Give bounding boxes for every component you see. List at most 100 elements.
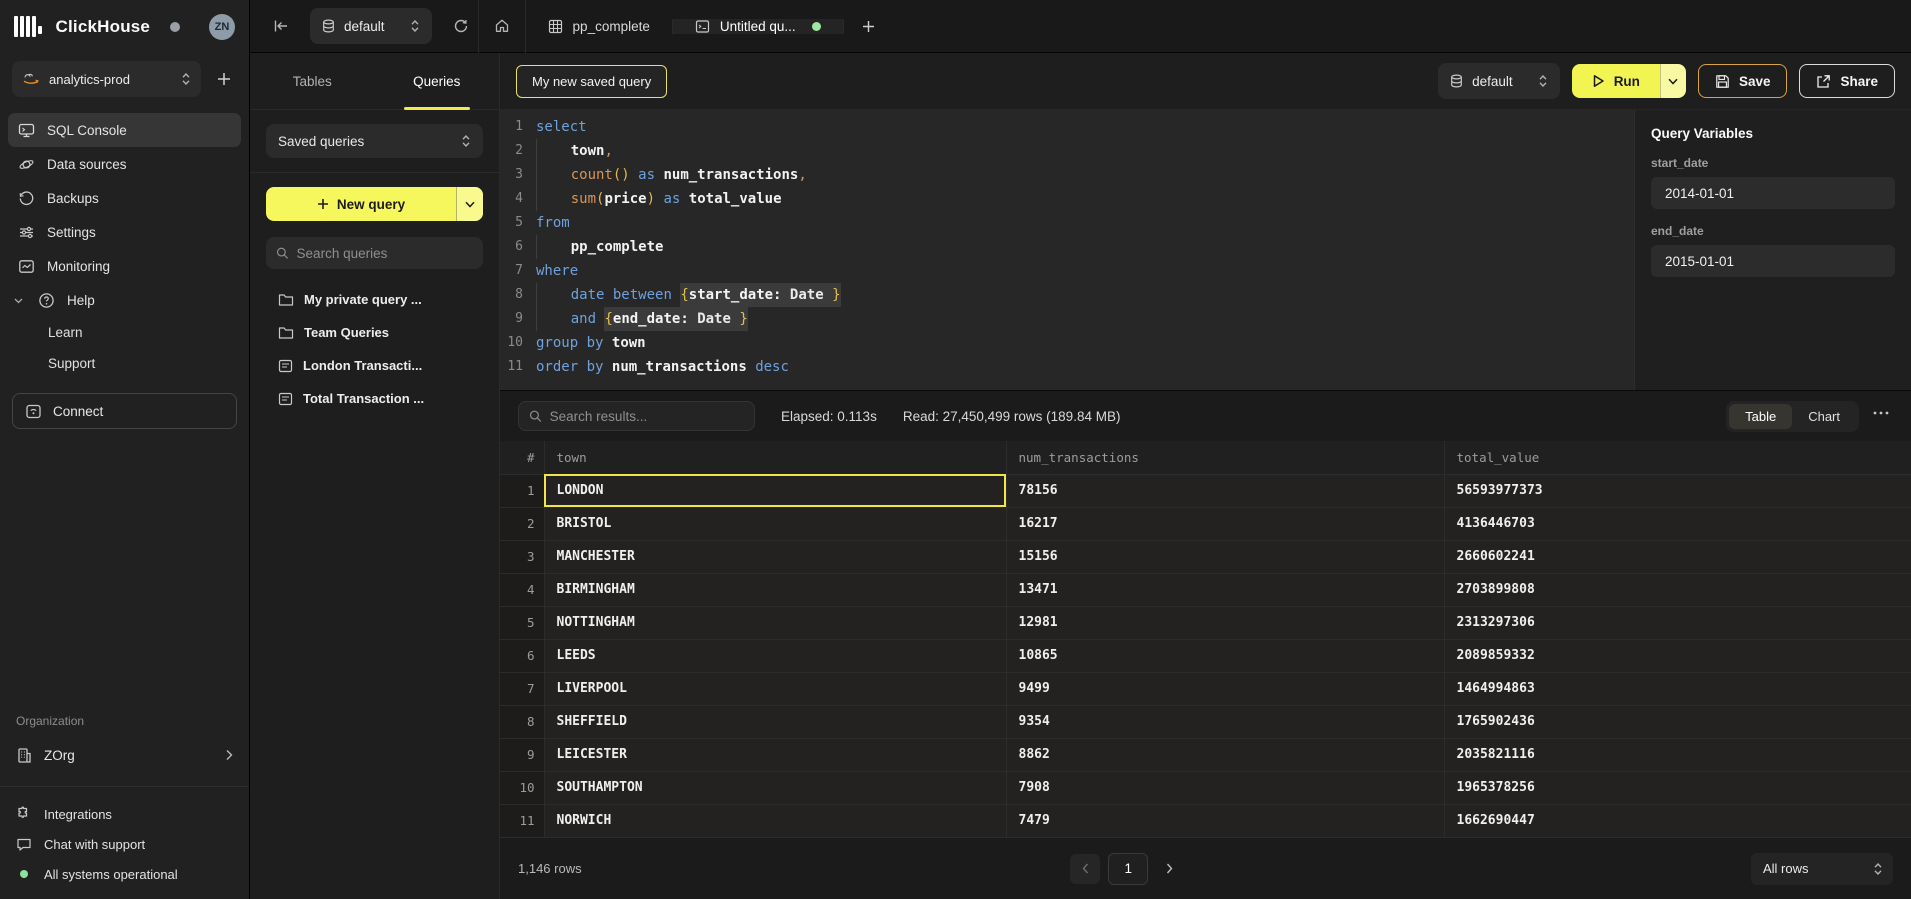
results-search-input[interactable] <box>550 409 744 424</box>
new-query-menu-button[interactable] <box>456 187 483 221</box>
table-cell[interactable]: 15156 <box>1006 540 1444 573</box>
table-cell[interactable]: 9499 <box>1006 672 1444 705</box>
integrations-link[interactable]: Integrations <box>16 799 233 829</box>
query-folder-my-private[interactable]: My private query ... <box>266 285 483 314</box>
run-options-button[interactable] <box>1660 64 1686 98</box>
add-workspace-button[interactable] <box>211 66 237 92</box>
table-cell[interactable]: LIVERPOOL <box>544 672 1006 705</box>
run-database-selector[interactable]: default <box>1438 63 1560 99</box>
tab-tables[interactable]: Tables <box>250 53 375 109</box>
query-item-total-transactions[interactable]: Total Transaction ... <box>266 384 483 413</box>
results-search-box[interactable] <box>518 401 755 431</box>
sidebar-item-data-sources[interactable]: Data sources <box>8 147 241 181</box>
column-header-index[interactable]: # <box>500 441 544 474</box>
code-line[interactable]: 10group by town <box>500 331 1634 355</box>
tab-untitled-query[interactable]: Untitled qu... <box>672 19 844 34</box>
topbar-database-selector[interactable]: default <box>310 8 432 44</box>
table-cell[interactable]: 16217 <box>1006 507 1444 540</box>
code-line[interactable]: 11order by num_transactions desc <box>500 355 1634 379</box>
saved-queries-filter[interactable]: Saved queries <box>266 124 483 158</box>
view-toggle-chart[interactable]: Chart <box>1792 404 1856 429</box>
sql-editor[interactable]: 1select2 town,3 count() as num_transacti… <box>500 110 1634 390</box>
column-header-num-transactions[interactable]: num_transactions <box>1006 441 1444 474</box>
sidebar-item-support[interactable]: Support <box>48 348 241 379</box>
connect-button[interactable]: Connect <box>12 393 237 429</box>
workspace-selector[interactable]: analytics-prod <box>12 61 201 97</box>
table-cell[interactable]: NORWICH <box>544 804 1006 837</box>
table-cell[interactable]: 13471 <box>1006 573 1444 606</box>
organization-switcher[interactable]: ZOrg <box>16 738 233 772</box>
page-size-selector[interactable]: All rows <box>1751 853 1893 885</box>
query-search-box[interactable] <box>266 237 483 269</box>
tab-pp-complete[interactable]: pp_complete <box>526 19 672 34</box>
code-line[interactable]: 4 sum(price) as total_value <box>500 187 1634 211</box>
table-cell[interactable]: 1965378256 <box>1444 771 1911 804</box>
saved-query-tab[interactable]: My new saved query <box>516 65 667 98</box>
system-status[interactable]: All systems operational <box>16 859 233 889</box>
query-item-london-transactions[interactable]: London Transacti... <box>266 351 483 380</box>
query-search-input[interactable] <box>297 246 473 261</box>
tab-queries[interactable]: Queries <box>375 53 500 109</box>
prev-page-button[interactable] <box>1070 854 1100 884</box>
table-cell[interactable]: LONDON <box>544 474 1006 507</box>
collapse-sidebar-button[interactable] <box>264 9 298 43</box>
run-split-button[interactable]: Run <box>1572 64 1686 98</box>
refresh-button[interactable] <box>444 9 478 43</box>
table-cell[interactable]: 78156 <box>1006 474 1444 507</box>
table-cell[interactable]: 1464994863 <box>1444 672 1911 705</box>
sidebar-item-sql-console[interactable]: SQL Console <box>8 113 241 147</box>
table-cell[interactable]: 1765902436 <box>1444 705 1911 738</box>
table-cell[interactable]: 7908 <box>1006 771 1444 804</box>
table-cell[interactable]: SOUTHAMPTON <box>544 771 1006 804</box>
end-date-input[interactable] <box>1651 245 1895 277</box>
table-cell[interactable]: NOTTINGHAM <box>544 606 1006 639</box>
table-cell[interactable]: 2035821116 <box>1444 738 1911 771</box>
column-header-total-value[interactable]: total_value <box>1444 441 1911 474</box>
table-cell[interactable]: LEICESTER <box>544 738 1006 771</box>
code-line[interactable]: 9 and {end_date: Date } <box>500 307 1634 331</box>
code-line[interactable]: 7where <box>500 259 1634 283</box>
code-line[interactable]: 2 town, <box>500 139 1634 163</box>
current-page[interactable]: 1 <box>1108 853 1148 885</box>
share-button[interactable]: Share <box>1799 64 1895 98</box>
code-line[interactable]: 5from <box>500 211 1634 235</box>
save-button[interactable]: Save <box>1698 64 1788 98</box>
table-cell[interactable]: 8862 <box>1006 738 1444 771</box>
table-cell[interactable]: 1662690447 <box>1444 804 1911 837</box>
code-line[interactable]: 6 pp_complete <box>500 235 1634 259</box>
table-cell[interactable]: 10865 <box>1006 639 1444 672</box>
query-folder-team-queries[interactable]: Team Queries <box>266 318 483 347</box>
view-toggle-table[interactable]: Table <box>1729 404 1792 429</box>
sidebar-item-settings[interactable]: Settings <box>8 215 241 249</box>
table-cell[interactable]: 7479 <box>1006 804 1444 837</box>
table-cell[interactable]: 2313297306 <box>1444 606 1911 639</box>
new-query-split-button[interactable]: New query <box>266 187 483 221</box>
table-cell[interactable]: MANCHESTER <box>544 540 1006 573</box>
home-button[interactable] <box>485 9 519 43</box>
table-cell[interactable]: 56593977373 <box>1444 474 1911 507</box>
sidebar-item-monitoring[interactable]: Monitoring <box>8 249 241 283</box>
table-cell[interactable]: BIRMINGHAM <box>544 573 1006 606</box>
table-cell[interactable]: BRISTOL <box>544 507 1006 540</box>
table-cell[interactable]: SHEFFIELD <box>544 705 1006 738</box>
table-cell[interactable]: 2089859332 <box>1444 639 1911 672</box>
results-more-button[interactable] <box>1873 411 1893 421</box>
table-cell[interactable]: 9354 <box>1006 705 1444 738</box>
table-cell[interactable]: LEEDS <box>544 639 1006 672</box>
start-date-input[interactable] <box>1651 177 1895 209</box>
table-cell[interactable]: 12981 <box>1006 606 1444 639</box>
table-cell[interactable]: 2703899808 <box>1444 573 1911 606</box>
sidebar-item-learn[interactable]: Learn <box>48 317 241 348</box>
new-tab-button[interactable] <box>852 9 886 43</box>
code-line[interactable]: 8 date between {start_date: Date } <box>500 283 1634 307</box>
new-query-button[interactable]: New query <box>266 187 456 221</box>
chat-support-link[interactable]: Chat with support <box>16 829 233 859</box>
avatar[interactable]: ZN <box>209 14 235 40</box>
sidebar-item-help[interactable]: Help <box>8 283 241 317</box>
next-page-button[interactable] <box>1156 856 1182 882</box>
column-header-town[interactable]: town <box>544 441 1006 474</box>
table-cell[interactable]: 2660602241 <box>1444 540 1911 573</box>
table-cell[interactable]: 4136446703 <box>1444 507 1911 540</box>
code-line[interactable]: 3 count() as num_transactions, <box>500 163 1634 187</box>
sidebar-item-backups[interactable]: Backups <box>8 181 241 215</box>
